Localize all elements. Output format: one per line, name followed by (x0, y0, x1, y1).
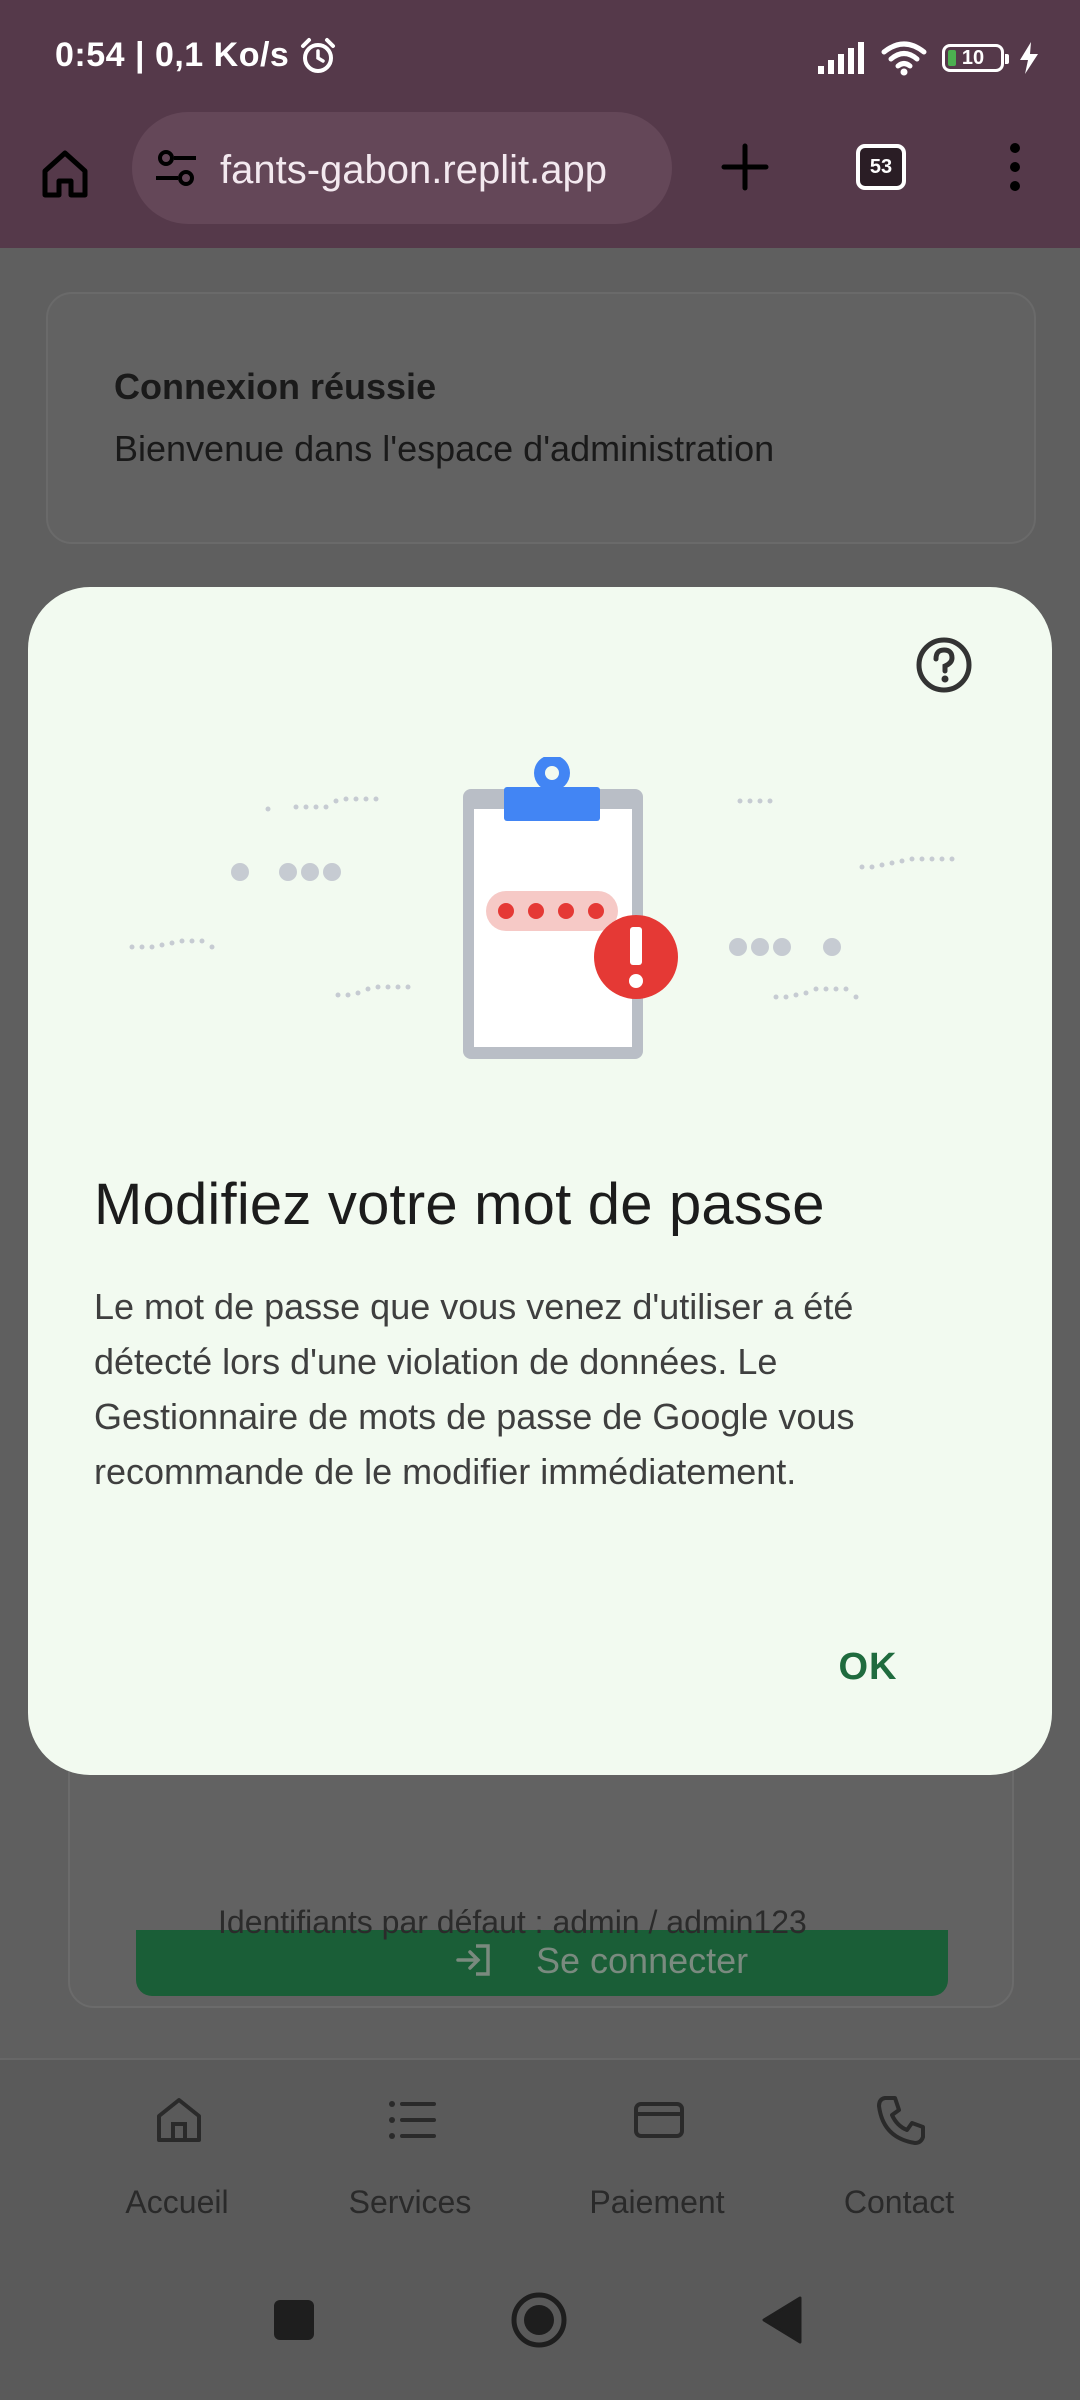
login-button-label: Se connecter (536, 1940, 749, 1981)
nav-item-paiement[interactable]: Paiement (547, 2060, 767, 2260)
nav-label: Services (348, 2184, 472, 2220)
nav-item-contact[interactable]: Contact (789, 2060, 1009, 2260)
help-button[interactable] (914, 635, 974, 695)
square-icon (274, 2300, 314, 2340)
nav-item-accueil[interactable]: Accueil (67, 2060, 287, 2260)
menu-button[interactable] (990, 132, 1040, 202)
status-time: 0:54 | 0,1 Ko/s (55, 36, 290, 74)
url-text: fants-gabon.replit.app (220, 148, 607, 192)
credit-card-icon (634, 2102, 684, 2138)
charging-icon (1020, 42, 1038, 74)
signal-icon (818, 42, 864, 74)
status-bar: 0:54 | 0,1 Ko/s 10 (0, 0, 1080, 112)
new-tab-button[interactable] (710, 132, 780, 202)
home-gesture-button[interactable] (510, 2291, 568, 2349)
list-icon (389, 2101, 436, 2139)
battery-indicator: 10 (942, 44, 1009, 72)
system-nav-bar (0, 2258, 1080, 2400)
tab-switcher-button[interactable]: 53 (856, 144, 906, 190)
credentials-hint: Identifiants par défaut : admin / admin1… (218, 1904, 807, 1940)
more-vert-icon (1010, 143, 1020, 191)
toast-message: Bienvenue dans l'espace d'administration (114, 428, 775, 469)
home-icon (42, 150, 88, 198)
success-toast: Connexion réussie Bienvenue dans l'espac… (46, 292, 1036, 544)
plus-icon (721, 143, 769, 191)
dialog-body: Le mot de passe que vous venez d'utilise… (94, 1286, 855, 1492)
phone-icon (877, 2096, 925, 2145)
nav-item-services[interactable]: Services (300, 2060, 520, 2260)
login-icon (456, 1944, 490, 1976)
alert-icon (594, 915, 678, 999)
back-triangle-icon (762, 2296, 802, 2344)
help-icon (916, 637, 972, 693)
address-bar[interactable]: fants-gabon.replit.app (132, 112, 672, 224)
home-button[interactable] (30, 138, 100, 208)
breach-illustration (129, 757, 955, 1059)
clipboard-icon (463, 757, 643, 1059)
ok-button[interactable]: OK (808, 1627, 928, 1707)
wifi-icon (881, 41, 927, 76)
home-icon (157, 2098, 201, 2142)
browser-chrome: 0:54 | 0,1 Ko/s 10 fants-gabon.replit.ap… (0, 0, 1080, 248)
bottom-nav: Accueil Services Paiement Contact (0, 2058, 1080, 2260)
password-breach-dialog: Modifiez votre mot de passe Le mot de pa… (28, 587, 1052, 1775)
back-button[interactable] (760, 2296, 804, 2344)
recents-button[interactable] (272, 2298, 316, 2342)
nav-label: Paiement (589, 2184, 725, 2220)
browser-toolbar: fants-gabon.replit.app 53 (0, 112, 1080, 248)
battery-level: 10 (961, 46, 985, 69)
nav-label: Contact (843, 2184, 955, 2220)
dialog-title: Modifiez votre mot de passe (94, 1172, 825, 1237)
alarm-icon (301, 38, 335, 73)
nav-label: Accueil (125, 2184, 229, 2220)
circle-icon (511, 2292, 567, 2348)
toast-title: Connexion réussie (114, 366, 437, 407)
site-settings-icon (156, 150, 196, 186)
status-icons: 10 (816, 38, 1040, 78)
